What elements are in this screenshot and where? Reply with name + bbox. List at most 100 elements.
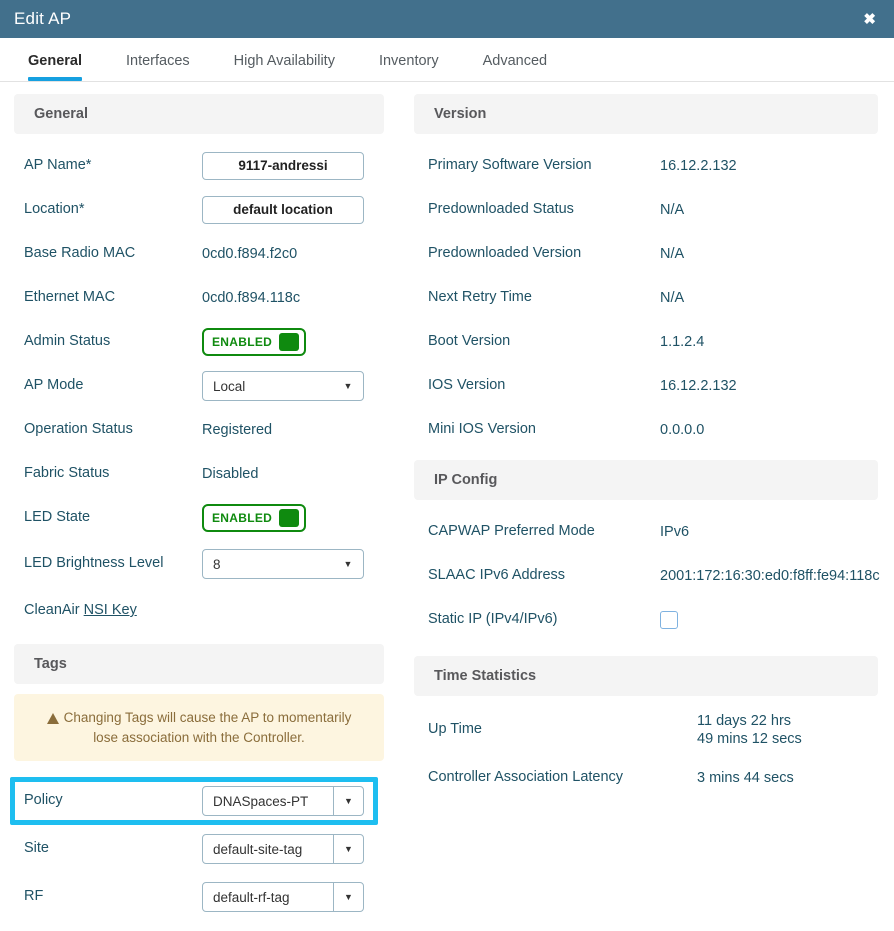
value-up-time: 11 days 22 hrs 49 mins 12 secs: [697, 712, 802, 748]
chevron-down-icon: ▼: [343, 381, 353, 391]
dialog-title: Edit AP: [14, 9, 72, 28]
tags-warning-text: Changing Tags will cause the AP to momen…: [63, 710, 352, 745]
chevron-down-icon: ▼: [333, 787, 363, 816]
policy-tag-dropdown[interactable]: DNASpaces-PT ▼: [202, 786, 364, 817]
policy-highlight-wrapper: Policy DNASpaces-PT ▼: [10, 777, 384, 826]
label-mini-ios-version: Mini IOS Version: [428, 421, 536, 438]
right-column: Version Primary Software Version 16.12.2…: [400, 94, 894, 921]
section-title-ip-config: IP Config: [434, 472, 498, 488]
row-controller-association-latency: Controller Association Latency 3 mins 44…: [414, 754, 878, 802]
label-operation-status: Operation Status: [24, 421, 133, 438]
row-operation-status: Operation Status Registered: [14, 408, 384, 452]
section-title-time-statistics: Time Statistics: [434, 668, 537, 684]
row-capwap-preferred-mode: CAPWAP Preferred Mode IPv6: [414, 510, 878, 554]
tab-interfaces[interactable]: Interfaces: [126, 53, 212, 81]
label-up-time: Up Time: [428, 721, 482, 738]
value-operation-status: Registered: [202, 422, 273, 438]
value-controller-association-latency: 3 mins 44 secs: [697, 770, 794, 786]
value-predownloaded-version: N/A: [660, 246, 685, 262]
label-predownloaded-version: Predownloaded Version: [428, 245, 582, 262]
chevron-down-icon: ▼: [343, 559, 353, 569]
led-state-toggle[interactable]: ENABLED: [202, 504, 306, 532]
value-slaac-ipv6-address: 2001:172:16:30:ed0:f8ff:fe94:118c: [660, 568, 880, 584]
site-tag-dropdown[interactable]: default-site-tag ▼: [202, 834, 364, 865]
section-title-tags: Tags: [34, 656, 67, 672]
nsi-key-link[interactable]: NSI Key: [84, 602, 137, 618]
row-predownloaded-status: Predownloaded Status N/A: [414, 188, 878, 232]
edit-ap-dialog: Edit AP ✖ General Interfaces High Availa…: [0, 0, 894, 931]
section-header-time-statistics: Time Statistics: [414, 656, 878, 696]
led-brightness-value: 8: [213, 556, 221, 572]
label-led-state: LED State: [24, 509, 91, 526]
rf-tag-value: default-rf-tag: [213, 889, 290, 905]
row-fabric-status: Fabric Status Disabled: [14, 452, 384, 496]
value-next-retry-time: N/A: [660, 290, 685, 306]
label-next-retry-time: Next Retry Time: [428, 289, 532, 306]
tab-inventory[interactable]: Inventory: [379, 53, 461, 81]
value-capwap-preferred-mode: IPv6: [660, 524, 690, 540]
row-predownloaded-version: Predownloaded Version N/A: [414, 232, 878, 276]
label-predownloaded-status: Predownloaded Status: [428, 201, 574, 218]
up-time-line1: 11 days 22 hrs: [697, 712, 792, 729]
label-policy-tag: Policy: [24, 792, 63, 809]
value-base-radio-mac: 0cd0.f894.f2c0: [202, 246, 298, 262]
label-fabric-status: Fabric Status: [24, 465, 110, 482]
label-admin-status: Admin Status: [24, 333, 111, 350]
policy-tag-value: DNASpaces-PT: [213, 793, 309, 809]
led-brightness-dropdown[interactable]: 8 ▼: [202, 549, 364, 579]
label-base-radio-mac: Base Radio MAC: [24, 245, 136, 262]
row-ap-mode: AP Mode Local ▼: [14, 364, 384, 408]
static-ip-checkbox[interactable]: [660, 611, 678, 629]
row-boot-version: Boot Version 1.1.2.4: [414, 320, 878, 364]
label-led-brightness-level: LED Brightness Level: [24, 555, 164, 572]
ap-name-input[interactable]: 9117-andressi: [202, 152, 364, 180]
row-primary-software-version: Primary Software Version 16.12.2.132: [414, 144, 878, 188]
row-led-brightness-level: LED Brightness Level 8 ▼: [14, 540, 384, 588]
row-location: Location* default location: [14, 188, 384, 232]
value-boot-version: 1.1.2.4: [660, 334, 705, 350]
section-header-general: General: [14, 94, 384, 134]
ap-mode-dropdown[interactable]: Local ▼: [202, 371, 364, 401]
label-ethernet-mac: Ethernet MAC: [24, 289, 116, 306]
chevron-down-icon: ▼: [333, 883, 363, 912]
value-ios-version: 16.12.2.132: [660, 378, 737, 394]
tab-bar: General Interfaces High Availability Inv…: [0, 38, 894, 82]
label-controller-association-latency: Controller Association Latency: [428, 769, 624, 786]
label-ap-name: AP Name*: [24, 157, 92, 174]
rf-tag-dropdown[interactable]: default-rf-tag ▼: [202, 882, 364, 913]
chevron-down-icon: ▼: [333, 835, 363, 864]
section-header-ip-config: IP Config: [414, 460, 878, 500]
dialog-body: General AP Name* 9117-andressi Location*…: [0, 82, 894, 921]
warning-triangle-icon: [46, 713, 59, 724]
tab-advanced[interactable]: Advanced: [483, 53, 570, 81]
led-state-toggle-label: ENABLED: [212, 511, 273, 525]
tab-high-availability[interactable]: High Availability: [234, 53, 357, 81]
label-site-tag: Site: [24, 840, 49, 857]
row-rf-tag: RF default-rf-tag ▼: [14, 873, 384, 921]
left-column: General AP Name* 9117-andressi Location*…: [0, 94, 400, 921]
section-header-tags: Tags: [14, 644, 384, 684]
tab-general[interactable]: General: [28, 53, 104, 81]
label-primary-software-version: Primary Software Version: [428, 157, 592, 174]
site-tag-value: default-site-tag: [213, 841, 303, 857]
tags-warning-banner: Changing Tags will cause the AP to momen…: [14, 694, 384, 762]
label-slaac-ipv6-address: SLAAC IPv6 Address: [428, 567, 566, 584]
row-base-radio-mac: Base Radio MAC 0cd0.f894.f2c0: [14, 232, 384, 276]
row-cleanair: CleanAir NSI Key: [14, 588, 384, 632]
row-ap-name: AP Name* 9117-andressi: [14, 144, 384, 188]
row-slaac-ipv6-address: SLAAC IPv6 Address 2001:172:16:30:ed0:f8…: [414, 554, 880, 598]
value-mini-ios-version: 0.0.0.0: [660, 422, 705, 438]
location-input[interactable]: default location: [202, 196, 364, 224]
admin-status-toggle[interactable]: ENABLED: [202, 328, 306, 356]
value-fabric-status: Disabled: [202, 466, 259, 482]
label-ios-version: IOS Version: [428, 377, 506, 394]
section-title-general: General: [34, 106, 88, 122]
cleanair-label: CleanAir NSI Key: [14, 602, 137, 618]
value-primary-software-version: 16.12.2.132: [660, 158, 737, 174]
close-icon[interactable]: ✖: [859, 10, 880, 29]
row-mini-ios-version: Mini IOS Version 0.0.0.0: [414, 408, 878, 452]
section-title-version: Version: [434, 106, 487, 122]
row-admin-status: Admin Status ENABLED: [14, 320, 384, 364]
ap-mode-value: Local: [213, 378, 246, 394]
row-ethernet-mac: Ethernet MAC 0cd0.f894.118c: [14, 276, 384, 320]
